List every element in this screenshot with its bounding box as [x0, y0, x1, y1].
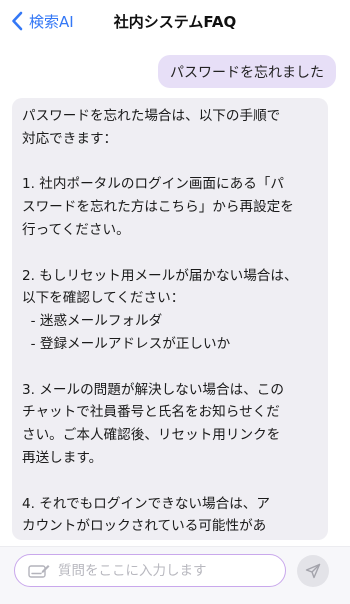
assistant-message-bubble: パスワードを忘れた場合は、以下の手順で 対応できます： 1. 社内ポータルのログイン… [12, 98, 328, 540]
assistant-message-line: さい。ご本人確認後、リセット用リンクを [22, 427, 281, 444]
message-composer [0, 547, 350, 604]
keyboard-pen-icon [28, 562, 50, 580]
nav-bar: 検索AI 社内システムFAQ [0, 0, 350, 42]
assistant-message-line: 対応できます： [22, 130, 118, 147]
chat-screen: 検索AI 社内システムFAQ パスワードを忘れました パスワードを忘れた場合は、… [0, 0, 350, 604]
assistant-message-line: 行ってください。 [22, 221, 130, 238]
page-title: 社内システムFAQ [113, 13, 237, 31]
assistant-message-line: 以下を確認してください： [22, 290, 185, 307]
assistant-message-line: - 登録メールアドレスが正しいか [22, 335, 231, 352]
message-input-container[interactable] [14, 554, 286, 587]
assistant-message-line: ります。その場合は「ロック解除希望」と [22, 538, 318, 540]
assistant-message-line: カウントがロックされている可能性があ [22, 518, 267, 535]
assistant-message-line: 1. 社内ポータルのログイン画面にある「パ [22, 176, 284, 193]
assistant-message-line: チャットで社員番号と氏名をお知らせくだ [22, 404, 280, 421]
assistant-message-line: - 迷惑メールフォルダ [22, 313, 163, 330]
send-button[interactable] [297, 555, 329, 587]
assistant-message-line [22, 470, 318, 493]
assistant-message-line: 再送します。 [22, 449, 103, 466]
assistant-message-line [22, 356, 318, 379]
message-input[interactable] [58, 562, 258, 579]
send-icon [305, 563, 321, 579]
assistant-message-line: 3. メールの問題が解決しない場合は、この [22, 381, 284, 398]
assistant-message-line: パスワードを忘れた場合は、以下の手順で [22, 108, 281, 124]
assistant-message-line [22, 242, 318, 265]
assistant-message-line: 4. それでもログインできない場合は、ア [22, 495, 270, 512]
assistant-message-line: スワードを忘れた方はこちら」から再設定を [22, 199, 294, 216]
assistant-message-line [22, 151, 318, 174]
assistant-message-line: 2. もしリセット用メールが届かない場合は、 [22, 267, 298, 284]
user-message-bubble: パスワードを忘れました [158, 55, 336, 88]
